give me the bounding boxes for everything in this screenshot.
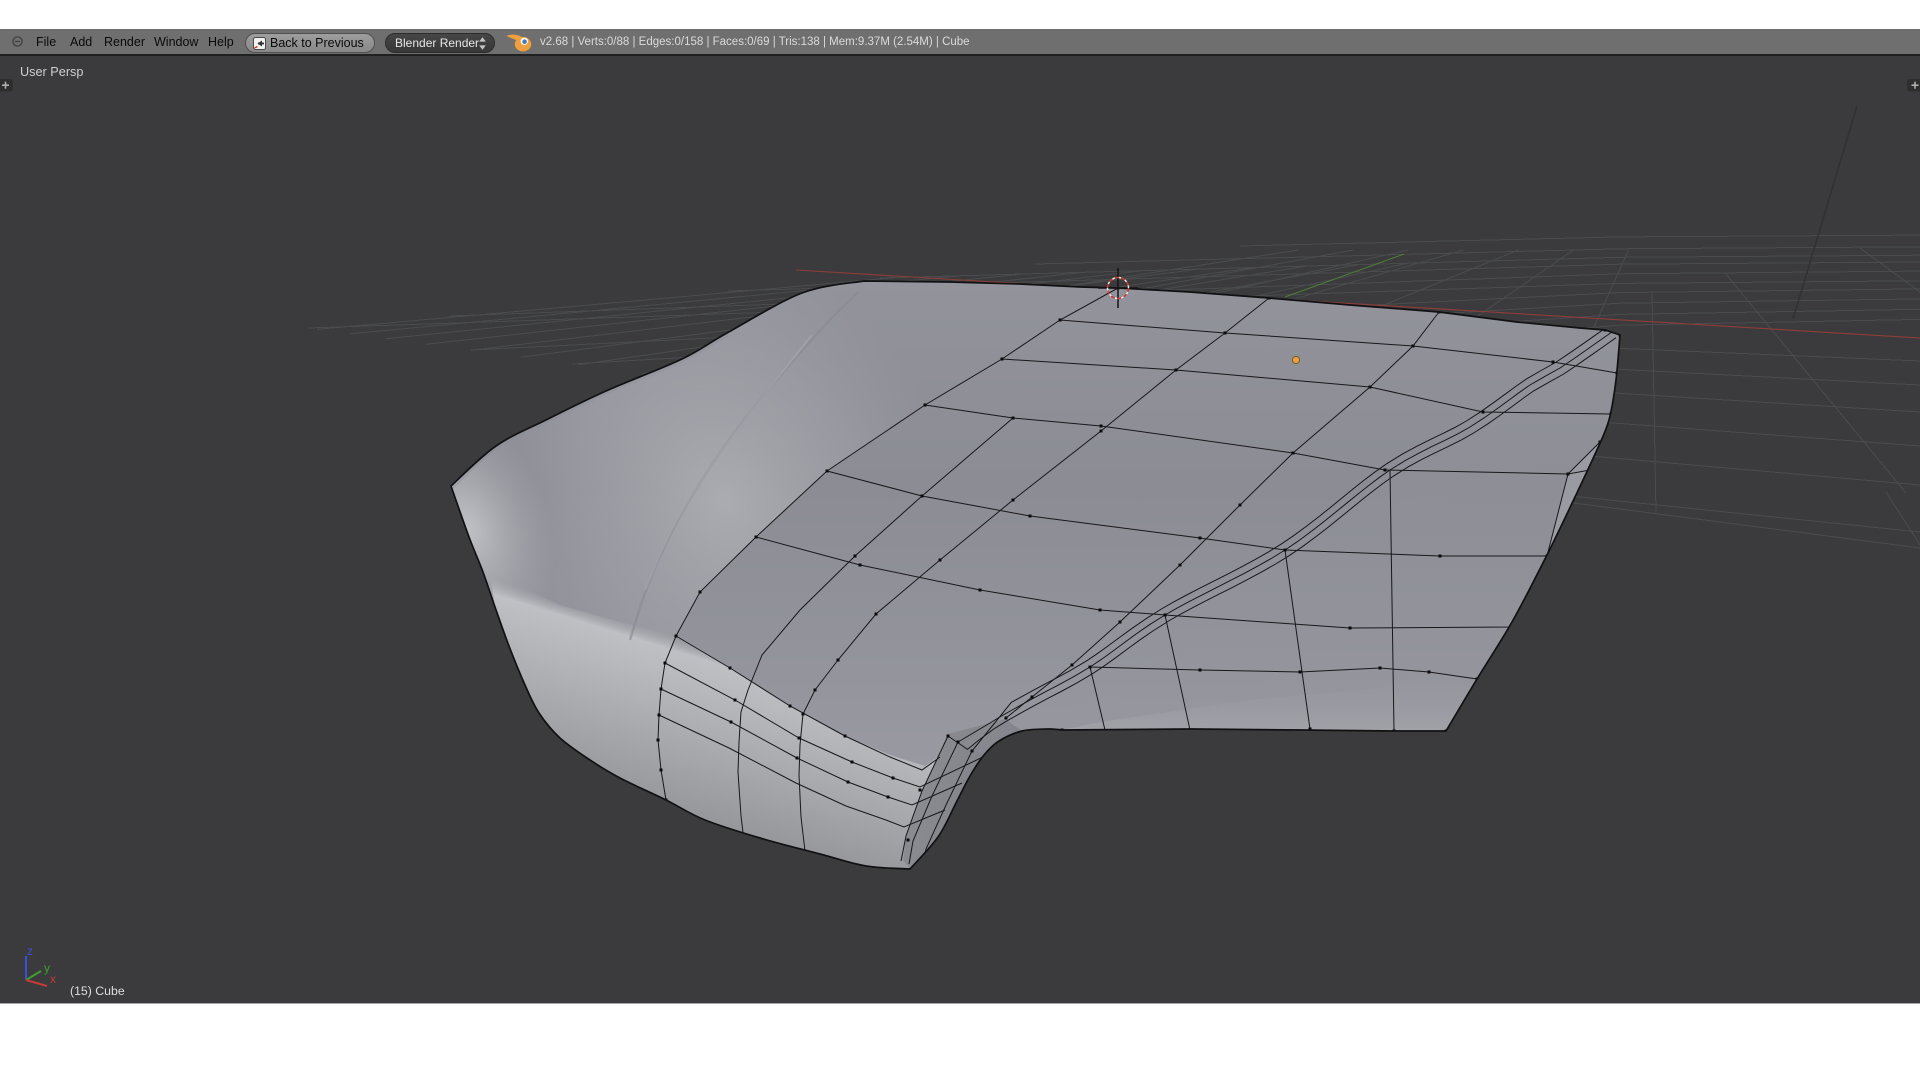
- svg-text:x: x: [50, 972, 56, 986]
- svg-text:z: z: [27, 944, 33, 958]
